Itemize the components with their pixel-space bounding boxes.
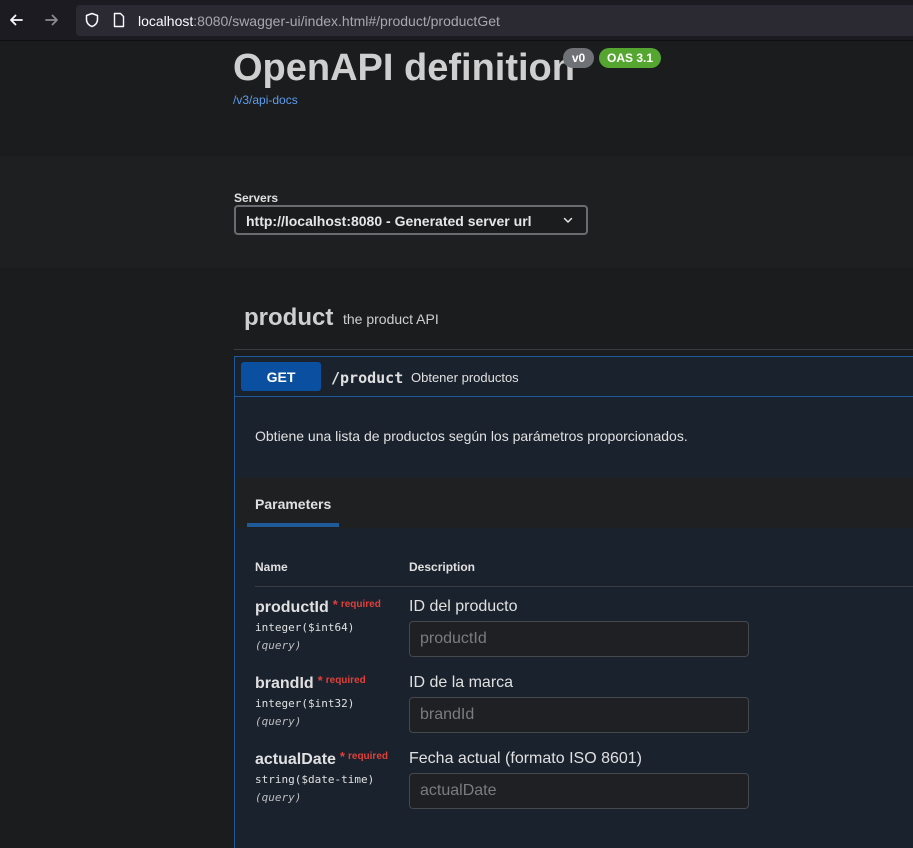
parameter-row-brandid: brandId * required integer($int32) (query)… xyxy=(235,673,913,751)
parameter-description: ID de la marca xyxy=(409,674,514,691)
parameter-name-text: productId xyxy=(255,599,329,616)
column-header-name: Name xyxy=(255,560,288,574)
productid-input[interactable] xyxy=(409,621,749,657)
parameter-name-text: brandId xyxy=(255,675,314,692)
tag-description: the product API xyxy=(343,311,439,327)
arrow-right-icon xyxy=(45,14,58,26)
servers-label: Servers xyxy=(234,191,279,205)
required-star: * xyxy=(317,673,323,688)
actualdate-input[interactable] xyxy=(409,773,749,809)
page-title: OpenAPI definition xyxy=(233,47,575,89)
page-icon[interactable] xyxy=(111,12,127,28)
required-label: required xyxy=(340,599,381,610)
parameter-name-text: actualDate xyxy=(255,751,336,768)
brandid-input[interactable] xyxy=(409,697,749,733)
parameter-name: actualDate * required xyxy=(255,749,388,769)
parameter-description: ID del producto xyxy=(409,598,518,615)
method-badge: GET xyxy=(241,362,321,391)
operation-block: GET /product Obtener productos Obtiene u… xyxy=(234,356,913,848)
servers-select[interactable]: http://localhost:8080 - Generated server… xyxy=(234,205,588,235)
chevron-down-icon xyxy=(563,217,573,223)
parameter-name: brandId * required xyxy=(255,673,366,693)
url-host: localhost xyxy=(138,13,194,29)
parameter-row-actualdate: actualDate * required string($date-time) (… xyxy=(235,749,913,827)
required-label: required xyxy=(325,675,366,686)
operation-summary-text: Obtener productos xyxy=(411,370,519,385)
parameter-location: (query) xyxy=(255,791,302,804)
back-button[interactable] xyxy=(2,6,30,34)
url-text[interactable]: localhost:8080/swagger-ui/index.html#/pr… xyxy=(138,13,500,29)
required-star: * xyxy=(332,597,338,612)
tag-header-product[interactable]: product the product API xyxy=(234,288,913,350)
operation-description: Obtiene una lista de productos según los… xyxy=(255,428,688,444)
address-bar[interactable]: localhost:8080/swagger-ui/index.html#/pr… xyxy=(76,5,913,36)
arrow-left-icon xyxy=(10,14,23,26)
parameter-type: integer($int64) xyxy=(255,621,355,634)
parameter-location: (query) xyxy=(255,715,302,728)
parameter-row-productid: productId * required integer($int64) (quer… xyxy=(235,597,913,675)
header-divider xyxy=(255,586,913,587)
required-star: * xyxy=(339,749,345,764)
tab-parameters[interactable]: Parameters xyxy=(255,496,331,512)
parameter-description: Fecha actual (formato ISO 8601) xyxy=(409,750,642,767)
oas-version-badge: OAS 3.1 xyxy=(599,48,661,68)
browser-toolbar: localhost:8080/swagger-ui/index.html#/pr… xyxy=(0,0,913,41)
parameter-type: string($date-time) xyxy=(255,773,375,786)
operation-path: /product xyxy=(331,369,404,387)
parameter-type: integer($int32) xyxy=(255,697,355,710)
parameter-name: productId * required xyxy=(255,597,381,617)
tag-name: product xyxy=(244,304,334,331)
servers-selected-value: http://localhost:8080 - Generated server… xyxy=(246,213,532,229)
tab-active-indicator xyxy=(247,523,339,527)
forward-button[interactable] xyxy=(38,6,66,34)
operation-summary[interactable]: GET /product Obtener productos xyxy=(235,357,913,397)
api-docs-link[interactable]: /v3/api-docs xyxy=(233,93,298,107)
shield-icon[interactable] xyxy=(84,12,100,28)
version-badge: v0 xyxy=(563,48,594,68)
url-path: :8080/swagger-ui/index.html#/product/pro… xyxy=(193,13,500,29)
required-label: required xyxy=(347,751,388,762)
parameters-header: Parameters xyxy=(235,478,913,528)
column-header-description: Description xyxy=(409,560,476,574)
parameter-location: (query) xyxy=(255,639,302,652)
